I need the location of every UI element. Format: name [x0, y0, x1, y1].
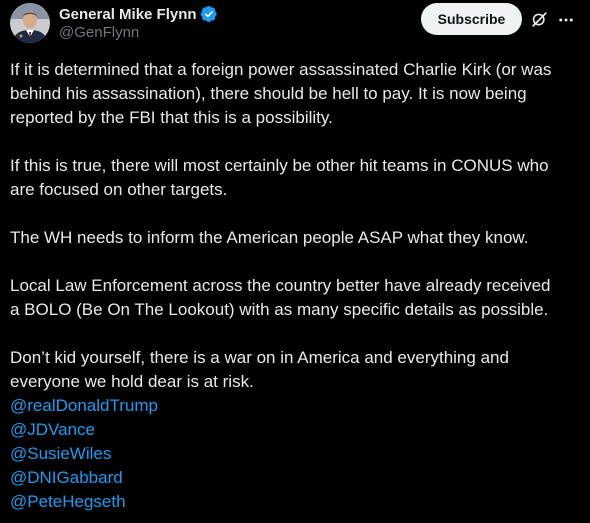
- tweet-paragraph-1: If it is determined that a foreign power…: [10, 58, 586, 130]
- author-avatar[interactable]: [10, 3, 50, 43]
- mention-list: @realDonaldTrump @JDVance @SusieWiles @D…: [10, 394, 586, 514]
- tweet-line: If this is true, there will most certain…: [10, 156, 549, 175]
- tweet-line: Local Law Enforcement across the country…: [10, 276, 551, 295]
- tweet-paragraph-3: The WH needs to inform the American peop…: [10, 226, 586, 250]
- tweet-line: everyone we hold dear is at risk.: [10, 372, 254, 391]
- author-name-row: General Mike Flynn: [59, 4, 218, 24]
- tweet-text: If it is determined that a foreign power…: [10, 58, 586, 514]
- mention-link[interactable]: @SusieWiles: [10, 442, 111, 466]
- tweet-line: The WH needs to inform the American peop…: [10, 228, 529, 247]
- author-display-name[interactable]: General Mike Flynn: [59, 6, 197, 23]
- subscribe-button[interactable]: Subscribe: [421, 3, 522, 35]
- tweet-paragraph-5: Don’t kid yourself, there is a war on in…: [10, 346, 586, 394]
- mention-link[interactable]: @DNIGabbard: [10, 466, 123, 490]
- tweet-paragraph-2: If this is true, there will most certain…: [10, 154, 586, 202]
- tweet-line: Don’t kid yourself, there is a war on in…: [10, 348, 509, 367]
- more-options-icon[interactable]: [557, 11, 575, 29]
- mention-link[interactable]: @realDonaldTrump: [10, 394, 158, 418]
- mention-link[interactable]: @JDVance: [10, 418, 95, 442]
- author-handle[interactable]: @GenFlynn: [59, 24, 139, 41]
- mention-link[interactable]: @PeteHegseth: [10, 490, 126, 514]
- tweet-paragraph-4: Local Law Enforcement across the country…: [10, 274, 586, 322]
- tweet-line: are focused on other targets.: [10, 180, 228, 199]
- tweet-line: If it is determined that a foreign power…: [10, 60, 552, 79]
- tweet-line: a BOLO (Be On The Lookout) with as many …: [10, 300, 549, 319]
- tweet-line: behind his assassination), there should …: [10, 84, 527, 103]
- tweet-line: reported by the FBI that this is a possi…: [10, 108, 333, 127]
- verified-badge-icon[interactable]: [200, 5, 218, 23]
- grok-icon[interactable]: [530, 10, 549, 29]
- avatar-photo: [10, 3, 50, 43]
